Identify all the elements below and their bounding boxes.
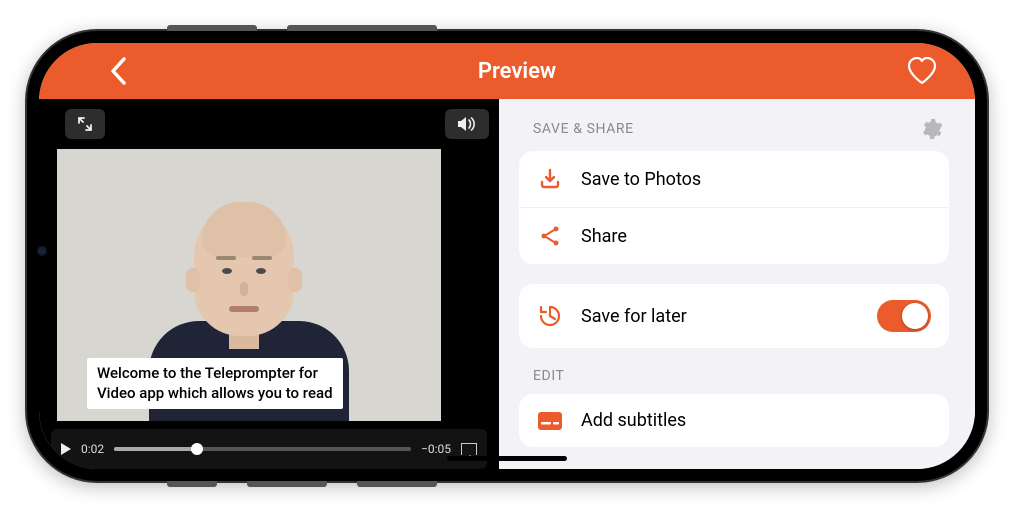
chevron-left-icon bbox=[109, 56, 127, 86]
download-icon bbox=[537, 167, 563, 191]
save-for-later-row: Save for later bbox=[519, 284, 949, 348]
row-label: Add subtitles bbox=[581, 410, 931, 431]
share-icon bbox=[537, 224, 563, 248]
home-indicator[interactable] bbox=[447, 456, 567, 461]
row-label: Save to Photos bbox=[581, 169, 931, 190]
nav-title: Preview bbox=[478, 59, 556, 84]
play-button[interactable] bbox=[61, 443, 71, 455]
add-subtitles-row[interactable]: Add subtitles bbox=[519, 394, 949, 447]
save-share-card: Save to Photos Share bbox=[519, 151, 949, 264]
expand-icon bbox=[77, 116, 93, 132]
clock-icon bbox=[537, 303, 563, 329]
heart-icon bbox=[907, 57, 937, 85]
time-remaining: −0:05 bbox=[421, 442, 451, 456]
navbar: Preview bbox=[39, 43, 975, 99]
fullscreen-button[interactable] bbox=[65, 109, 105, 139]
save-later-toggle[interactable] bbox=[877, 300, 931, 332]
settings-button[interactable] bbox=[919, 117, 943, 141]
save-to-photos-row[interactable]: Save to Photos bbox=[519, 151, 949, 207]
side-panel: SAVE & SHARE Save to Photos bbox=[499, 99, 975, 469]
subtitle-line: Video app which allows you to read bbox=[97, 384, 333, 404]
back-button[interactable] bbox=[109, 56, 127, 86]
subtitle-line: Welcome to the Teleprompter for bbox=[97, 364, 333, 384]
section-header-edit: EDIT bbox=[533, 368, 565, 384]
seek-track[interactable] bbox=[114, 447, 411, 451]
device-notch bbox=[27, 181, 57, 331]
video-pane: Welcome to the Teleprompter for Video ap… bbox=[39, 99, 499, 469]
time-elapsed: 0:02 bbox=[81, 442, 104, 456]
airplay-button[interactable] bbox=[461, 443, 477, 455]
seek-thumb[interactable] bbox=[191, 443, 203, 455]
favorite-button[interactable] bbox=[907, 57, 937, 85]
share-row[interactable]: Share bbox=[519, 207, 949, 264]
screen: Preview bbox=[39, 43, 975, 469]
video-controls: 0:02 −0:05 bbox=[51, 429, 487, 469]
row-label: Save for later bbox=[581, 306, 859, 327]
edit-card: Add subtitles bbox=[519, 394, 949, 447]
volume-button[interactable] bbox=[445, 109, 489, 139]
gear-icon bbox=[919, 117, 943, 141]
subtitle-overlay: Welcome to the Teleprompter for Video ap… bbox=[87, 358, 343, 409]
video-frame[interactable]: Welcome to the Teleprompter for Video ap… bbox=[57, 149, 441, 421]
phone-frame: Preview bbox=[27, 31, 987, 481]
row-label: Share bbox=[581, 226, 931, 247]
section-header-save-share: SAVE & SHARE bbox=[533, 121, 634, 137]
speaker-icon bbox=[457, 116, 477, 132]
save-later-card: Save for later bbox=[519, 284, 949, 348]
subtitles-icon bbox=[537, 411, 563, 431]
